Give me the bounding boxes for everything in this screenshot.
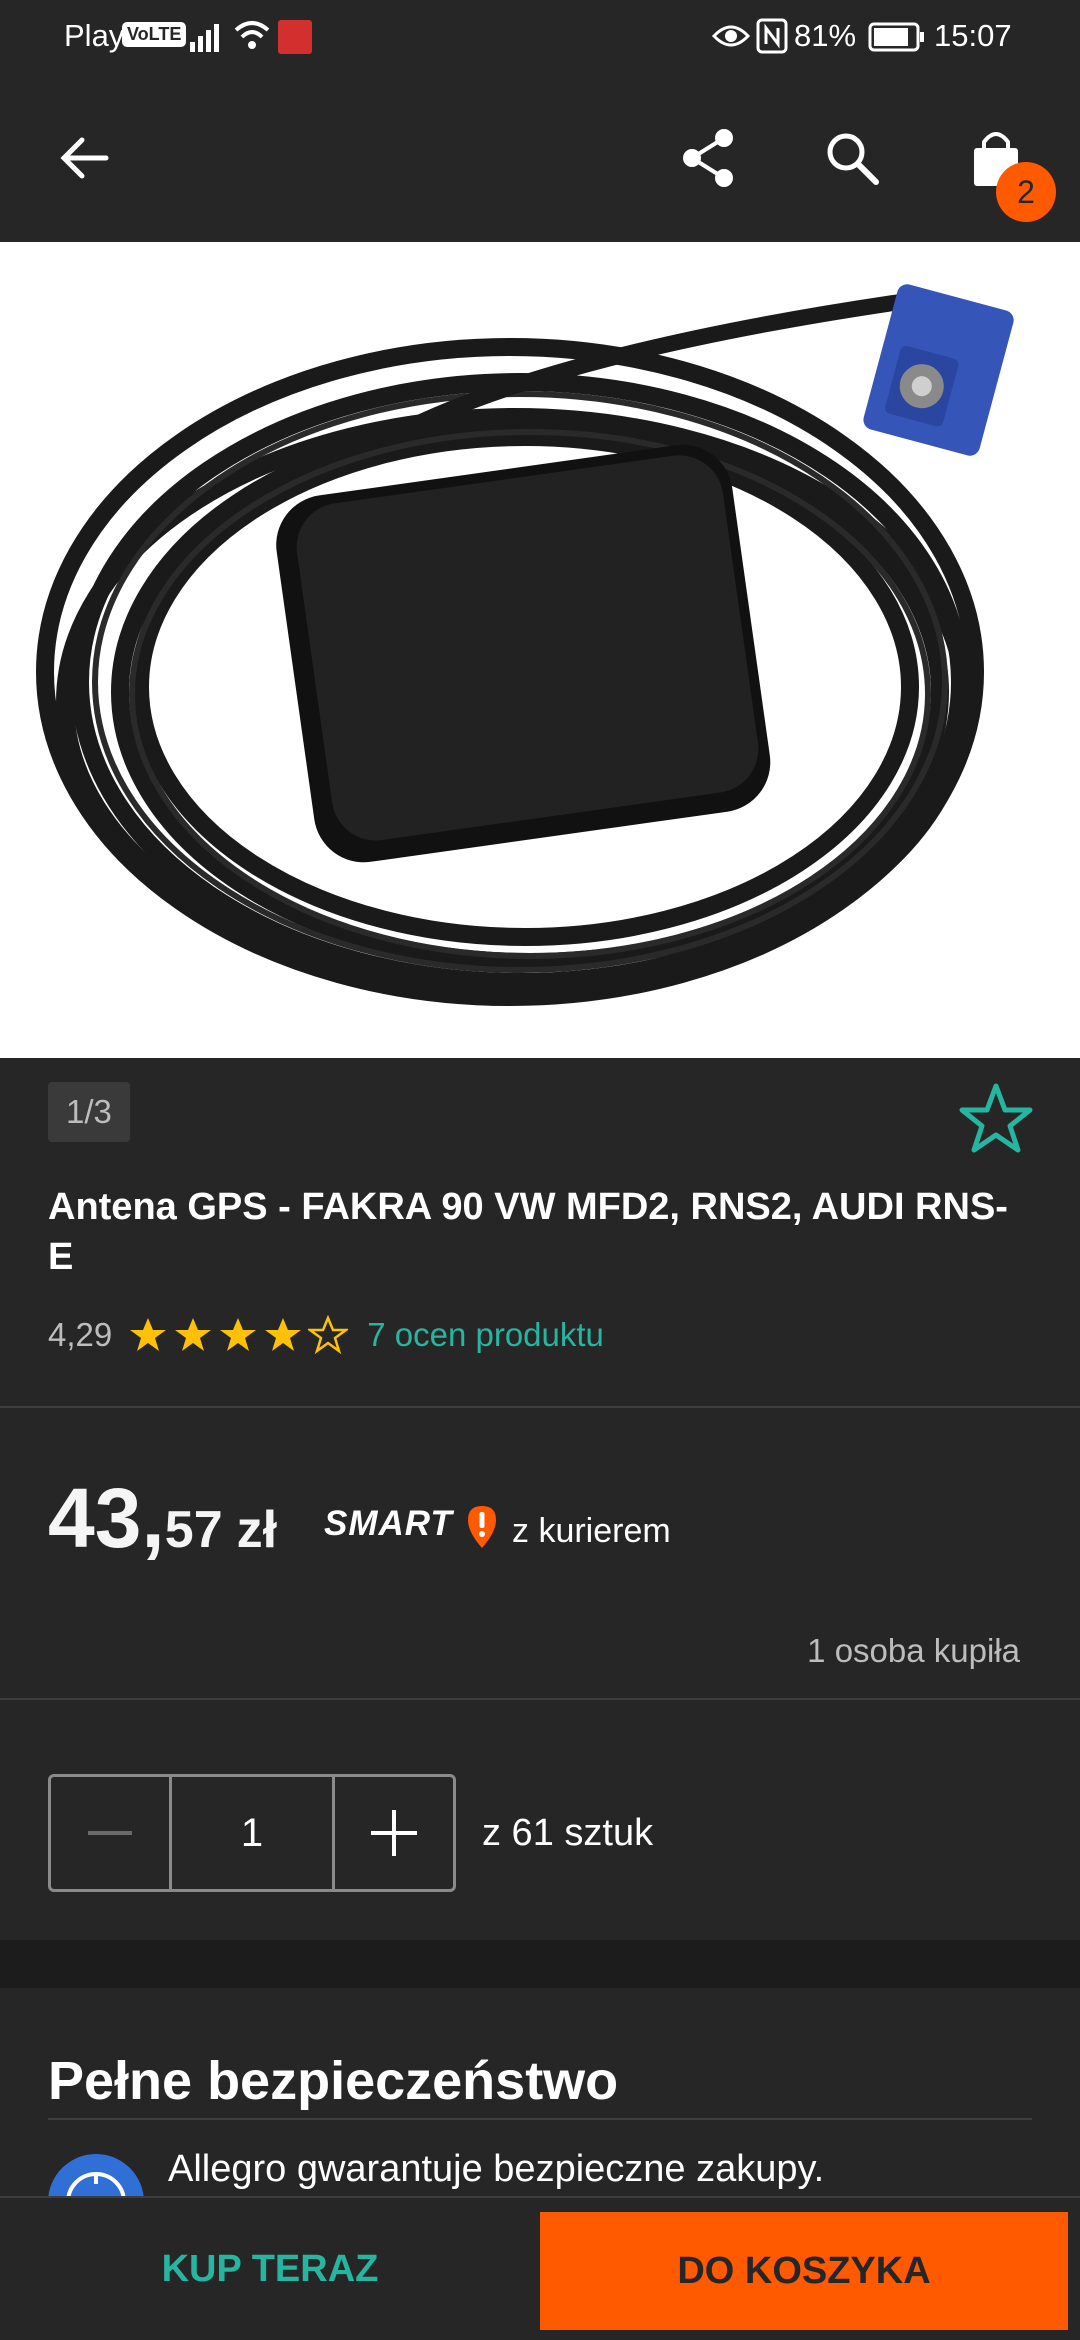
ratings-link[interactable]: 7 ocen produktu: [367, 1316, 604, 1354]
buyers-count: 1 osoba kupiła: [807, 1632, 1020, 1669]
clock: 15:07: [934, 18, 1012, 53]
buy-now-button[interactable]: KUP TERAZ: [0, 2198, 540, 2340]
minus-icon: [88, 1831, 132, 1835]
search-icon: [827, 133, 879, 185]
add-to-cart-button[interactable]: DO KOSZYKA: [540, 2212, 1068, 2330]
divider: [48, 2118, 1032, 2120]
battery-percent: 81%: [794, 18, 857, 53]
divider: [0, 1406, 1080, 1408]
delivery-text: z kurierem: [512, 1512, 671, 1550]
battery-icon: [868, 22, 924, 52]
notification-app-icon: [278, 20, 312, 54]
plus-icon: [371, 1810, 417, 1856]
eye-icon: [712, 25, 750, 47]
nfc-icon: [756, 18, 788, 54]
back-button[interactable]: [44, 118, 124, 198]
price-currency: zł: [236, 1501, 278, 1559]
quantity-input[interactable]: 1: [172, 1777, 335, 1889]
star-full-icon: [130, 1318, 167, 1351]
app-bar: [0, 76, 1080, 242]
volte-badge: VoLTE: [122, 22, 187, 47]
carrier-name: Play: [64, 18, 125, 53]
smart-alert-icon: [468, 1506, 496, 1548]
star-outline-icon: [959, 1083, 1033, 1153]
image-counter: 1/3: [48, 1082, 130, 1142]
section-title: Pełne bezpieczeństwo: [48, 2051, 619, 2111]
price-whole: 43,: [48, 1471, 165, 1565]
smart-logo: SMART: [324, 1504, 453, 1543]
back-arrow-icon: [60, 137, 109, 179]
star-full-icon: [220, 1318, 257, 1351]
price: 43, 57 zł: [48, 1470, 278, 1565]
signal-icon: [190, 24, 219, 52]
star-empty-icon: [308, 1315, 349, 1355]
wifi-icon: [234, 21, 270, 49]
price-cents: 57: [164, 1501, 223, 1559]
quantity-increment-button[interactable]: [335, 1777, 453, 1889]
quantity-decrement-button[interactable]: [51, 1777, 172, 1889]
status-bar: Play VoLTE 81% 15:07: [0, 0, 1080, 76]
rating-row: 4,29 7 ocen produktu: [48, 1310, 604, 1360]
section-separator: [0, 1940, 1080, 1988]
star-full-icon: [265, 1318, 302, 1351]
bottom-action-bar: KUP TERAZ DO KOSZYKA: [0, 2196, 1080, 2340]
favorite-button[interactable]: [958, 1080, 1034, 1156]
search-button[interactable]: [812, 118, 892, 198]
security-text: Allegro gwarantuje bezpieczne zakupy.: [168, 2148, 825, 2190]
cart-count-badge: 2: [996, 162, 1056, 222]
product-image[interactable]: [0, 242, 1080, 1058]
product-title: Antena GPS - FAKRA 90 VW MFD2, RNS2, AUD…: [48, 1186, 1008, 1278]
star-full-icon: [175, 1318, 212, 1351]
rating-value: 4,29: [48, 1316, 113, 1353]
stock-count: z 61 sztuk: [482, 1812, 654, 1854]
share-button[interactable]: [668, 118, 748, 198]
quantity-stepper: 1: [48, 1774, 456, 1892]
divider: [0, 1698, 1080, 1700]
share-icon: [683, 129, 733, 187]
product-photo: [0, 242, 1080, 1058]
